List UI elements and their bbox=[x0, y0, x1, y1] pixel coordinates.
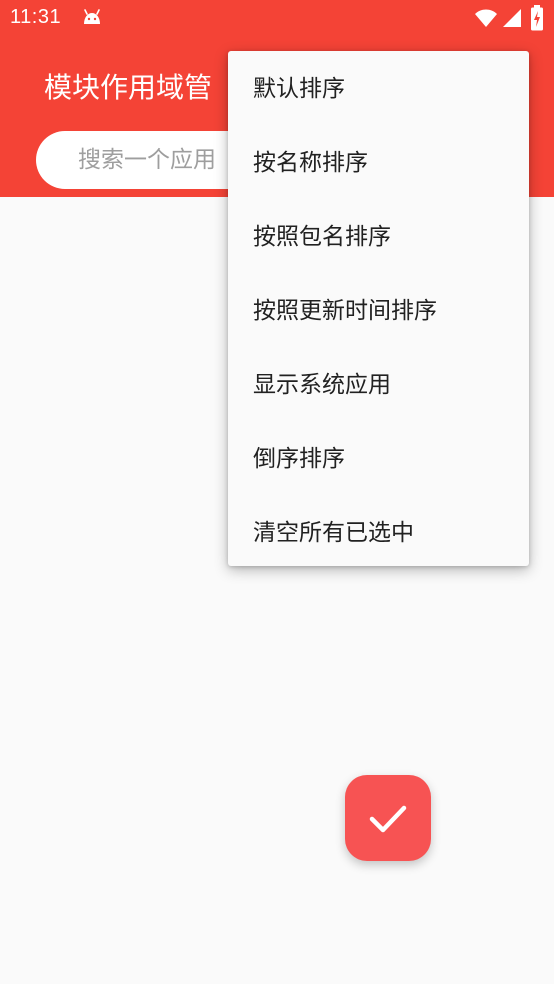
menu-item-show-system-apps[interactable]: 显示系统应用 bbox=[228, 348, 529, 422]
app-title: 模块作用域管 bbox=[44, 71, 213, 104]
sort-options-menu: 默认排序 按名称排序 按照包名排序 按照更新时间排序 显示系统应用 倒序排序 清… bbox=[228, 51, 529, 566]
status-time: 11:31 bbox=[10, 6, 62, 28]
menu-item-sort-by-package[interactable]: 按照包名排序 bbox=[228, 200, 529, 274]
menu-item-default-sort[interactable]: 默认排序 bbox=[228, 52, 529, 126]
menu-item-sort-by-name[interactable]: 按名称排序 bbox=[228, 126, 529, 200]
menu-item-clear-selection[interactable]: 清空所有已选中 bbox=[228, 496, 529, 570]
status-bar: 11:31 bbox=[0, 0, 554, 38]
android-icon bbox=[84, 9, 100, 24]
menu-item-sort-by-update-time[interactable]: 按照更新时间排序 bbox=[228, 274, 529, 348]
wifi-icon bbox=[475, 9, 497, 27]
confirm-fab-button[interactable] bbox=[345, 775, 431, 861]
check-icon bbox=[369, 805, 407, 833]
signal-icon bbox=[503, 9, 521, 27]
battery-charging-icon bbox=[531, 5, 543, 31]
menu-item-reverse-order[interactable]: 倒序排序 bbox=[228, 422, 529, 496]
